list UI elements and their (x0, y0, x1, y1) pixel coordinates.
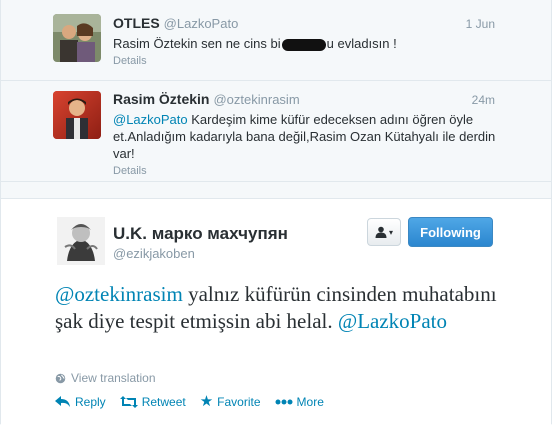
tweet-text: @LazkoPato Kardeşim kime küfür edeceksen… (113, 111, 503, 162)
tweet-item[interactable]: OTLES @LazkoPato 1 Jun Rasim Öztekin sen … (1, 0, 551, 81)
following-button[interactable]: Following (408, 217, 493, 247)
retweet-label[interactable]: Retweet (142, 395, 186, 409)
details-link[interactable]: Details (113, 165, 147, 177)
mention-link[interactable]: @LazkoPato (113, 112, 188, 127)
user-actions-button[interactable]: ▾ (367, 218, 401, 246)
redaction-mark (281, 38, 326, 51)
tweet-actions: Reply Retweet ★ Favorite More (55, 393, 324, 410)
avatar[interactable] (57, 217, 105, 265)
reply-label[interactable]: Reply (75, 395, 106, 409)
expanded-tweet: U.K. марко махчупян @ezikjakoben ▾ Follo… (1, 198, 551, 425)
tweet-timestamp[interactable]: 24m (472, 93, 495, 107)
retweet-icon (119, 396, 138, 408)
star-icon: ★ (199, 393, 214, 410)
chevron-down-icon: ▾ (388, 227, 393, 237)
view-translation-link[interactable]: View translation (55, 371, 156, 385)
details-link[interactable]: Details (113, 55, 147, 67)
more-label[interactable]: More (297, 395, 324, 409)
view-translation-label[interactable]: View translation (71, 371, 156, 385)
mention-link[interactable]: @oztekinrasim (55, 282, 183, 306)
tweet-text-part: u evladısın ! (326, 36, 397, 51)
reply-icon (55, 396, 70, 407)
author-handle[interactable]: @ezikjakoben (113, 246, 195, 261)
tweet-author[interactable]: OTLES @LazkoPato (113, 15, 238, 31)
author-handle[interactable]: @LazkoPato (164, 16, 239, 31)
author-name[interactable]: U.K. марко махчупян (113, 224, 288, 244)
more-dots-icon (275, 399, 293, 405)
author-name[interactable]: OTLES (113, 15, 160, 31)
globe-icon (55, 373, 66, 383)
author-handle[interactable]: @oztekinrasim (213, 92, 299, 107)
mention-link[interactable]: @LazkoPato (338, 309, 447, 333)
avatar[interactable] (53, 14, 101, 62)
reply-button[interactable]: Reply (55, 395, 106, 409)
retweet-button[interactable]: Retweet (119, 395, 186, 409)
tweet-text-part: Rasim Öztekin sen ne cins bi (113, 36, 281, 51)
tweet-author[interactable]: Rasim Öztekin @oztekinrasim (113, 91, 300, 107)
tweet-timestamp[interactable]: 1 Jun (466, 17, 495, 31)
timeline: OTLES @LazkoPato 1 Jun Rasim Öztekin sen … (0, 0, 552, 425)
more-button[interactable]: More (275, 395, 324, 409)
tweet-text: Rasim Öztekin sen ne cins bi u evladısın … (113, 35, 503, 52)
author-name[interactable]: Rasim Öztekin (113, 91, 209, 107)
favorite-button[interactable]: ★ Favorite (199, 393, 261, 410)
user-icon (375, 226, 387, 238)
favorite-label[interactable]: Favorite (217, 395, 260, 409)
tweet-text: @oztekinrasim yalnız küfürün cinsinden m… (55, 281, 515, 335)
tweet-item[interactable]: Rasim Öztekin @oztekinrasim 24m @LazkoPat… (1, 81, 551, 182)
avatar[interactable] (53, 91, 101, 139)
